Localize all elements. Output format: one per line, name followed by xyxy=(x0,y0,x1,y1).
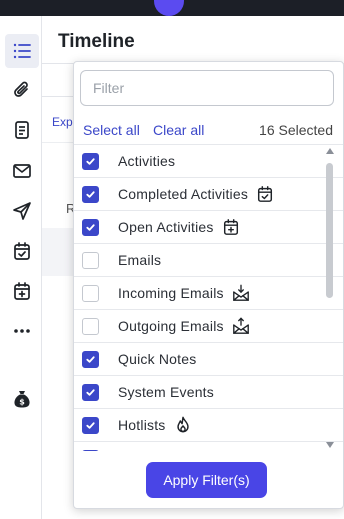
checkbox[interactable] xyxy=(82,152,99,170)
filter-options-list[interactable]: Activities Completed Activities Open Act… xyxy=(74,144,343,451)
avatar[interactable] xyxy=(154,0,184,16)
checkbox[interactable] xyxy=(82,449,99,451)
filter-option-outgoing-emails[interactable]: Outgoing Emails xyxy=(74,310,343,343)
sidebar-item-notes[interactable] xyxy=(5,113,39,147)
document-icon xyxy=(15,121,29,139)
filter-option-completed-activities[interactable]: Completed Activities xyxy=(74,178,343,211)
calendar-check-icon xyxy=(14,242,30,260)
sidebar-item-more[interactable] xyxy=(5,314,39,348)
timeline-row-highlight xyxy=(42,228,76,276)
filter-panel: Select all Clear all 16 Selected Activit… xyxy=(73,61,344,509)
sidebar-item-completed-activities[interactable] xyxy=(5,234,39,268)
money-bag-icon: $ xyxy=(14,391,30,408)
checkbox[interactable] xyxy=(82,350,99,368)
checkbox[interactable] xyxy=(82,251,99,269)
filter-option-label: Completed Activities xyxy=(118,186,249,202)
scroll-up-arrow-icon[interactable] xyxy=(326,148,334,154)
filter-option-label: Emails xyxy=(118,252,162,268)
checkbox[interactable] xyxy=(82,317,99,335)
more-icon xyxy=(14,329,30,333)
sidebar-item-attachments[interactable] xyxy=(5,73,39,107)
filter-option-label: Outgoing Emails xyxy=(118,318,224,334)
calendar-plus-icon xyxy=(222,218,240,236)
filter-option-label: Quick Notes xyxy=(118,351,197,367)
envelope-icon xyxy=(13,164,31,178)
send-icon xyxy=(13,202,31,220)
scroll-down-arrow-icon[interactable] xyxy=(326,442,334,448)
page-title: Timeline xyxy=(58,31,135,52)
filter-option-label: Activities xyxy=(118,153,176,169)
selected-count: 16 Selected xyxy=(259,122,333,138)
top-bar xyxy=(0,0,344,16)
checkbox[interactable] xyxy=(82,416,99,434)
filter-option-hotlists[interactable]: Hotlists xyxy=(74,409,343,442)
sidebar-item-emails[interactable] xyxy=(5,154,39,188)
paperclip-icon xyxy=(14,81,28,97)
apply-filters-button[interactable]: Apply Filter(s) xyxy=(146,462,267,498)
filter-option-incoming-emails[interactable]: Incoming Emails xyxy=(74,277,343,310)
filter-option-emails[interactable]: Emails xyxy=(74,244,343,277)
filter-search-input[interactable] xyxy=(80,70,334,106)
filter-option-quick-notes[interactable]: Quick Notes xyxy=(74,343,343,376)
checkbox[interactable] xyxy=(82,185,99,203)
sidebar-item-send[interactable] xyxy=(5,194,39,228)
sidebar-item-deals[interactable]: $ xyxy=(5,382,39,416)
select-all-link[interactable]: Select all xyxy=(83,122,140,138)
filter-option-partial[interactable] xyxy=(74,442,343,451)
calendar-check-icon xyxy=(256,185,274,203)
filter-option-label: Incoming Emails xyxy=(118,285,224,301)
filter-option-label: Open Activities xyxy=(118,219,214,235)
filter-option-open-activities[interactable]: Open Activities xyxy=(74,211,343,244)
sidebar-item-open-activities[interactable] xyxy=(5,274,39,308)
sidebar: $ xyxy=(0,16,42,519)
checkbox[interactable] xyxy=(82,218,99,236)
filter-option-activities[interactable]: Activities xyxy=(74,145,343,178)
fire-icon xyxy=(174,416,192,434)
list-icon xyxy=(13,43,31,59)
scrollbar[interactable] xyxy=(325,148,335,448)
checkbox[interactable] xyxy=(82,284,99,302)
svg-text:$: $ xyxy=(19,398,25,407)
filter-option-label: Hotlists xyxy=(118,417,166,433)
scrollbar-thumb[interactable] xyxy=(326,163,333,298)
sidebar-item-timeline[interactable] xyxy=(5,34,39,68)
checkbox[interactable] xyxy=(82,383,99,401)
calendar-plus-icon xyxy=(14,282,30,300)
incoming-email-icon xyxy=(232,284,250,302)
clear-all-link[interactable]: Clear all xyxy=(153,122,204,138)
filter-option-system-events[interactable]: System Events xyxy=(74,376,343,409)
outgoing-email-icon xyxy=(232,317,250,335)
filter-option-label: System Events xyxy=(118,384,214,400)
